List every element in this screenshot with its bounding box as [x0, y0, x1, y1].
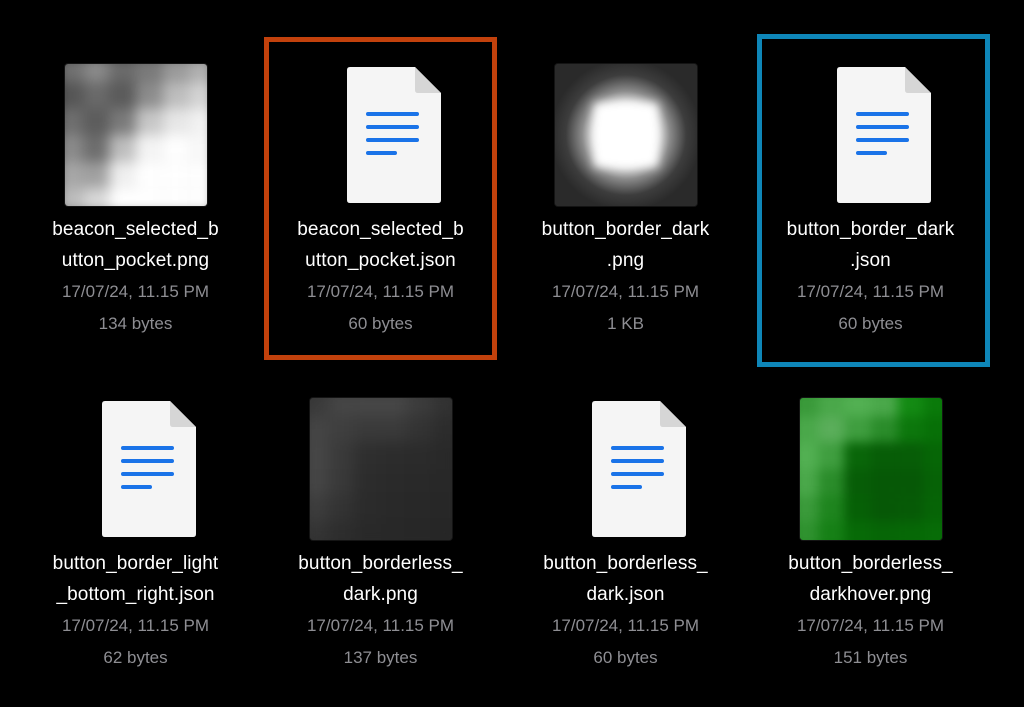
- document-icon: [65, 398, 207, 540]
- image-thumbnail: [799, 398, 942, 540]
- file-date: 17/07/24, 11.15 PM: [796, 616, 945, 635]
- file-name-line: dark.png: [343, 584, 418, 605]
- file-name-line: button_border_dark: [541, 219, 710, 240]
- file-item[interactable]: button_borderless_ dark.png 17/07/24, 11…: [258, 398, 503, 678]
- file-size: 62 bytes: [103, 648, 168, 667]
- file-name: button_border_dark .json: [748, 214, 993, 276]
- file-name-line: button_border_light: [52, 553, 219, 574]
- file-item[interactable]: beacon_selected_b utton_pocket.png 17/07…: [13, 64, 258, 344]
- document-icon: [555, 398, 697, 540]
- file-name-line: .png: [606, 250, 645, 271]
- file-grid: beacon_selected_b utton_pocket.png 17/07…: [0, 0, 1024, 707]
- document-icon: [836, 67, 931, 203]
- file-date: 17/07/24, 11.15 PM: [61, 282, 210, 301]
- file-name-line: button_border_dark: [786, 219, 955, 240]
- file-item[interactable]: button_borderless_ dark.json 17/07/24, 1…: [503, 398, 748, 678]
- file-name: button_border_dark .png: [503, 214, 748, 276]
- document-icon: [591, 401, 686, 537]
- file-name-line: .json: [850, 250, 891, 271]
- thumbnail-preview-center: [593, 103, 658, 167]
- file-date: 17/07/24, 11.15 PM: [306, 616, 455, 635]
- file-name: button_borderless_ dark.png: [258, 548, 503, 610]
- file-item[interactable]: button_borderless_ darkhover.png 17/07/2…: [748, 398, 993, 678]
- file-name-line: _bottom_right.json: [56, 584, 215, 605]
- file-date: 17/07/24, 11.15 PM: [551, 616, 700, 635]
- file-name: beacon_selected_b utton_pocket.json: [258, 214, 503, 276]
- thumbnail-preview-borderless-dark: [309, 398, 452, 540]
- document-icon: [101, 401, 196, 537]
- file-name: beacon_selected_b utton_pocket.png: [13, 214, 258, 276]
- file-size: 60 bytes: [593, 648, 658, 667]
- file-item[interactable]: button_border_dark .png 17/07/24, 11.15 …: [503, 64, 748, 344]
- file-size: 1 KB: [607, 314, 644, 333]
- image-thumbnail: [309, 398, 452, 540]
- file-name-line: utton_pocket.png: [61, 250, 210, 271]
- file-name-line: dark.json: [586, 584, 665, 605]
- file-item[interactable]: button_border_light _bottom_right.json 1…: [13, 398, 258, 678]
- file-name-line: button_borderless_: [543, 553, 708, 574]
- file-size: 137 bytes: [343, 648, 418, 667]
- file-name: button_borderless_ darkhover.png: [748, 548, 993, 610]
- file-date: 17/07/24, 11.15 PM: [306, 282, 455, 301]
- file-size: 151 bytes: [833, 648, 908, 667]
- image-thumbnail: [554, 64, 697, 206]
- file-date: 17/07/24, 11.15 PM: [61, 616, 210, 635]
- file-date: 17/07/24, 11.15 PM: [551, 282, 700, 301]
- document-icon: [346, 67, 441, 203]
- file-size: 60 bytes: [838, 314, 903, 333]
- file-name: button_borderless_ dark.json: [503, 548, 748, 610]
- document-icon: [310, 64, 452, 206]
- image-thumbnail: [64, 64, 207, 206]
- file-name-line: beacon_selected_b: [52, 219, 219, 240]
- file-name-line: utton_pocket.json: [305, 250, 456, 271]
- file-name: button_border_light _bottom_right.json: [13, 548, 258, 610]
- file-name-line: button_borderless_: [788, 553, 953, 574]
- file-name-line: darkhover.png: [809, 584, 932, 605]
- document-icon: [800, 64, 942, 206]
- file-date: 17/07/24, 11.15 PM: [796, 282, 945, 301]
- file-item[interactable]: button_border_dark .json 17/07/24, 11.15…: [748, 64, 993, 344]
- thumbnail-preview-pocket: [64, 64, 207, 206]
- file-size: 60 bytes: [348, 314, 413, 333]
- file-name-line: beacon_selected_b: [297, 219, 464, 240]
- file-name-line: button_borderless_: [298, 553, 463, 574]
- thumbnail-preview-darkhover: [799, 398, 942, 540]
- file-item[interactable]: beacon_selected_b utton_pocket.json 17/0…: [258, 64, 503, 344]
- file-size: 134 bytes: [98, 314, 173, 333]
